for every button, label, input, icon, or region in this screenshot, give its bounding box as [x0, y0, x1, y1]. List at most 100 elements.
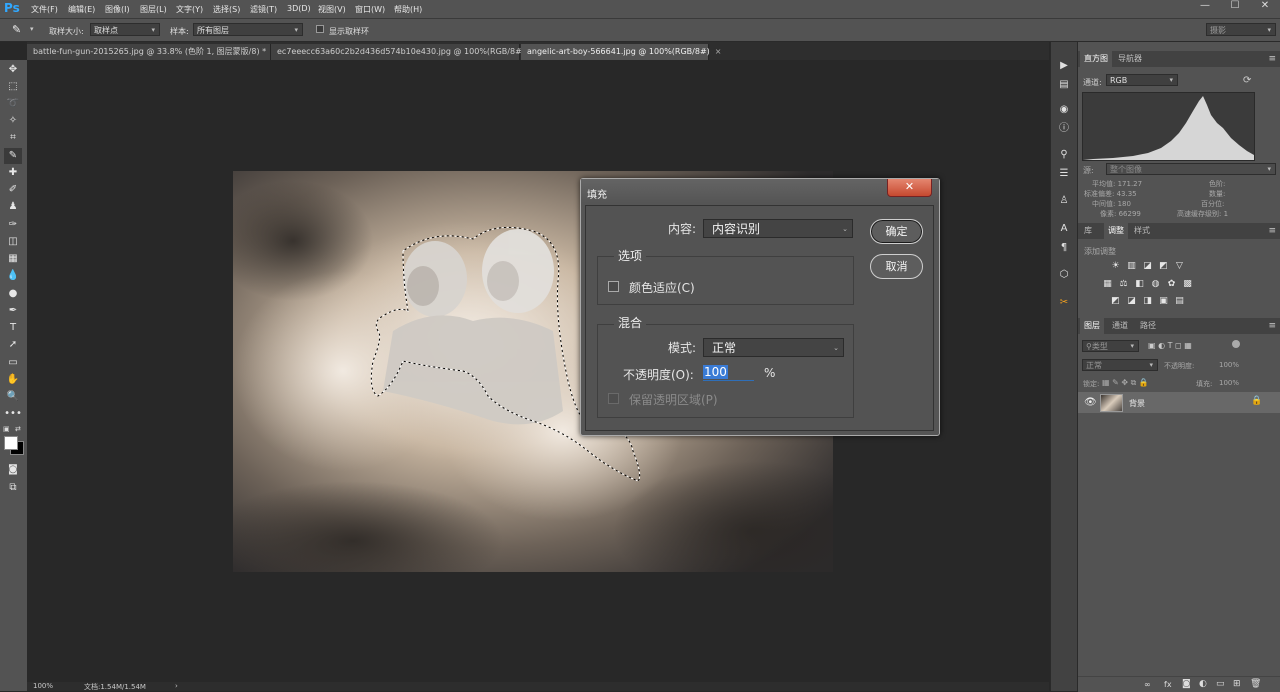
hue-saturation-icon[interactable]: ▦ [1102, 279, 1113, 289]
threshold-icon[interactable]: ◨ [1142, 296, 1153, 306]
opacity-input[interactable]: 100 [703, 364, 754, 381]
menu-edit[interactable]: 编辑(E) [68, 4, 95, 15]
menu-window[interactable]: 窗口(W) [355, 4, 385, 15]
lock-icon[interactable]: 🔒 [1251, 396, 1262, 406]
fx-icon[interactable]: fx [1164, 680, 1172, 689]
tab-battle-fun-gun[interactable]: battle-fun-gun-2015265.jpg @ 33.8% (色阶 1… [27, 44, 278, 60]
posterize-icon[interactable]: ◪ [1126, 296, 1137, 306]
tab-layers[interactable]: 图层 [1080, 318, 1104, 334]
selective-color-icon[interactable]: ▣ [1158, 296, 1169, 306]
tab-histogram[interactable]: 直方图 [1080, 51, 1112, 67]
close-icon[interactable]: × [715, 47, 722, 56]
color-balance-icon[interactable]: ⚖ [1118, 279, 1129, 289]
close-window-button[interactable]: ✕ [1250, 0, 1280, 14]
brightness-contrast-icon[interactable]: ☀ [1110, 261, 1121, 271]
hand-tool-icon[interactable]: ✋ [4, 372, 22, 388]
zoom-level[interactable]: 100% [33, 682, 53, 690]
3d-icon[interactable]: ⬡ [1056, 268, 1072, 282]
brush-tool-icon[interactable]: ✐ [4, 182, 22, 198]
shape-tool-icon[interactable]: ▭ [4, 355, 22, 371]
quick-mask-icon[interactable]: ◙ [4, 462, 22, 478]
paragraph-icon[interactable]: ¶ [1056, 241, 1072, 255]
foreground-color-swatch[interactable] [4, 436, 18, 450]
tab-libraries[interactable]: 库 [1080, 223, 1096, 239]
swap-colors-icon[interactable]: ⇄ [15, 425, 21, 433]
menu-layer[interactable]: 图层(L) [140, 4, 167, 15]
pen-tool-icon[interactable]: ✒ [4, 303, 22, 319]
panel-menu-icon[interactable]: ≡ [1268, 318, 1276, 334]
panel-menu-icon[interactable]: ≡ [1268, 51, 1276, 67]
quick-select-tool-icon[interactable]: ✧ [4, 113, 22, 129]
filter-icons[interactable]: ▣ ◐ T ◻ ▦ [1148, 341, 1192, 350]
play-actions-icon[interactable]: ▶ [1056, 59, 1072, 73]
sample-select[interactable]: 所有图层 ▾ [193, 23, 303, 36]
workspace-select[interactable]: 摄影 ▾ [1206, 23, 1276, 36]
menu-select[interactable]: 选择(S) [213, 4, 240, 15]
healing-brush-tool-icon[interactable]: ✚ [4, 165, 22, 181]
photo-filter-icon[interactable]: ◍ [1150, 279, 1161, 289]
minimize-button[interactable]: — [1190, 0, 1220, 14]
tab-paths[interactable]: 路径 [1136, 318, 1160, 334]
blur-tool-icon[interactable]: 💧 [4, 268, 22, 284]
new-layer-icon[interactable]: ⊞ [1233, 679, 1241, 689]
menu-file[interactable]: 文件(F) [31, 4, 58, 15]
layer-opacity-value[interactable]: 100% [1219, 361, 1239, 369]
dialog-close-button[interactable]: ✕ [887, 179, 932, 197]
more-tools-icon[interactable]: ••• [4, 406, 22, 422]
lasso-tool-icon[interactable]: ➰ [4, 96, 22, 112]
properties-icon[interactable]: ☰ [1056, 167, 1072, 181]
color-lookup-icon[interactable]: ▩ [1182, 279, 1193, 289]
eye-icon[interactable]: 👁 [1084, 397, 1097, 408]
source-select[interactable]: 整个图像 ▾ [1106, 163, 1276, 175]
tab-adjustments[interactable]: 调整 [1104, 223, 1128, 239]
menu-help[interactable]: 帮助(H) [394, 4, 422, 15]
sample-size-select[interactable]: 取样点 ▾ [90, 23, 160, 36]
color-adapt-checkbox[interactable] [608, 281, 619, 292]
lock-icons[interactable]: ▦ ✎ ✥ ⧉ 🔒 [1102, 378, 1149, 388]
layer-row[interactable]: 👁 背景 🔒 [1078, 392, 1280, 413]
menu-filter[interactable]: 滤镜(T) [250, 4, 277, 15]
levels-icon[interactable]: ▥ [1126, 261, 1137, 271]
menu-3d[interactable]: 3D(D) [287, 4, 311, 13]
character-icon[interactable]: A [1056, 222, 1072, 236]
color-adapt-label[interactable]: 颜色适应(C) [629, 279, 695, 296]
content-select[interactable]: 内容识别 ⌄ [703, 219, 853, 238]
tab-navigator[interactable]: 导航器 [1114, 51, 1146, 67]
layer-name[interactable]: 背景 [1129, 398, 1145, 409]
preserve-transparency-checkbox[interactable] [608, 393, 619, 404]
blend-mode-select[interactable]: 正常 ▾ [1082, 359, 1158, 371]
show-ring-checkbox[interactable] [316, 25, 324, 33]
channel-select[interactable]: RGB ▾ [1106, 74, 1178, 86]
tab-channels[interactable]: 通道 [1108, 318, 1132, 334]
invert-icon[interactable]: ◩ [1110, 296, 1121, 306]
gradient-map-icon[interactable]: ▤ [1174, 296, 1185, 306]
preserve-transparency-label[interactable]: 保留透明区域(P) [629, 391, 718, 408]
group-icon[interactable]: ▭ [1216, 679, 1225, 689]
screen-mode-icon[interactable]: ⧉ [4, 480, 22, 496]
dialog-titlebar[interactable]: 填充 ✕ [581, 179, 939, 203]
info-icon[interactable]: ⓘ [1056, 122, 1072, 136]
exposure-icon[interactable]: ◩ [1158, 261, 1169, 271]
filter-toggle-icon[interactable] [1232, 340, 1240, 348]
type-tool-icon[interactable]: T [4, 320, 22, 336]
maximize-button[interactable]: ☐ [1220, 0, 1250, 14]
menu-view[interactable]: 视图(V) [318, 4, 346, 15]
history-brush-tool-icon[interactable]: ✑ [4, 217, 22, 233]
clone-source-icon[interactable]: ♙ [1056, 194, 1072, 208]
adjustment-icon[interactable]: ◐ [1199, 679, 1207, 689]
tab-angelic-art-boy[interactable]: angelic-art-boy-566641.jpg @ 100%(RGB/8#… [521, 44, 721, 60]
gradient-tool-icon[interactable]: ▦ [4, 251, 22, 267]
tab-ec7eeecc[interactable]: ec7eeecc63a60c2b2d436d574b10e430.jpg @ 1… [271, 44, 543, 60]
dodge-tool-icon[interactable]: ● [4, 286, 22, 302]
marquee-tool-icon[interactable]: ⬚ [4, 79, 22, 95]
zoom-tool-icon[interactable]: 🔍 [4, 389, 22, 405]
menu-type[interactable]: 文字(Y) [176, 4, 203, 15]
tool-presets-icon[interactable]: ✂ [1056, 296, 1072, 310]
link-icon[interactable]: ∞ [1144, 680, 1151, 689]
move-tool-icon[interactable]: ✥ [4, 62, 22, 78]
cancel-button[interactable]: 取消 [870, 254, 923, 279]
path-select-tool-icon[interactable]: ➚ [4, 337, 22, 353]
tab-styles[interactable]: 样式 [1130, 223, 1154, 239]
stamp-tool-icon[interactable]: ♟ [4, 199, 22, 215]
curves-icon[interactable]: ◪ [1142, 261, 1153, 271]
